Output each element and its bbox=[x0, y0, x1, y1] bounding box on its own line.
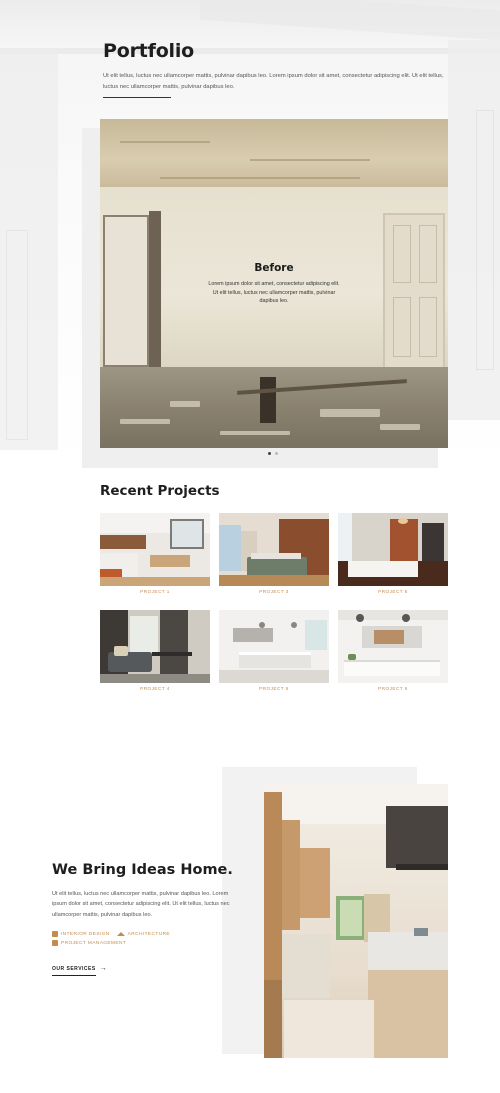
project-card[interactable]: PROJECT 6 bbox=[338, 610, 448, 691]
our-services-label: OUR SERVICES bbox=[52, 965, 96, 972]
tag-architecture[interactable]: ARCHITECTURE bbox=[116, 932, 170, 937]
kitchen-image bbox=[264, 784, 448, 1058]
portfolio-intro-text: Ut elit tellus, luctus nec ullamcorper m… bbox=[103, 73, 444, 90]
project-thumbnail[interactable] bbox=[219, 610, 329, 683]
project-card[interactable]: PROJECT 3 bbox=[219, 513, 329, 594]
project-caption[interactable]: PROJECT 4 bbox=[100, 686, 210, 691]
project-thumbnail[interactable] bbox=[338, 610, 448, 683]
project-thumbnail[interactable] bbox=[100, 513, 210, 586]
project-card[interactable]: PROJECT 4 bbox=[100, 610, 210, 691]
services-title: We Bring Ideas Home. bbox=[52, 862, 233, 878]
project-caption[interactable]: PROJECT 6 bbox=[338, 686, 448, 691]
project-card[interactable]: PROJECT 1 bbox=[100, 513, 210, 594]
document-icon bbox=[52, 940, 58, 946]
project-caption[interactable]: PROJECT 3 bbox=[219, 589, 329, 594]
project-caption[interactable]: PROJECT 1 bbox=[100, 589, 210, 594]
slide-heading: Before bbox=[254, 262, 294, 274]
home-icon bbox=[116, 932, 125, 936]
services-link-underline bbox=[52, 975, 96, 976]
pencil-square-icon bbox=[52, 931, 58, 937]
services-text: Ut elit tellus, luctus nec ullamcorper m… bbox=[52, 891, 230, 918]
tag-interior-design[interactable]: INTERIOR DESIGN bbox=[52, 931, 110, 937]
service-tags: INTERIOR DESIGN ARCHITECTURE PROJECT MAN… bbox=[52, 931, 232, 949]
project-thumbnail[interactable] bbox=[100, 610, 210, 683]
tag-project-management[interactable]: PROJECT MANAGEMENT bbox=[52, 940, 126, 946]
project-thumbnail[interactable] bbox=[219, 513, 329, 586]
project-caption[interactable]: PROJECT 5 bbox=[219, 686, 329, 691]
our-services-link[interactable]: OUR SERVICES → bbox=[52, 965, 107, 972]
page-title: Portfolio bbox=[103, 40, 195, 62]
arrow-right-icon: → bbox=[99, 965, 108, 972]
project-thumbnail[interactable] bbox=[338, 513, 448, 586]
slider-dot-2[interactable] bbox=[275, 452, 278, 455]
project-card[interactable]: PROJECT 5 bbox=[219, 610, 329, 691]
project-caption[interactable]: PROJECT 5 bbox=[338, 589, 448, 594]
project-card[interactable]: PROJECT 5 bbox=[338, 513, 448, 594]
slide-text: Lorem ipsum dolor sit amet, consectetur … bbox=[208, 281, 340, 304]
recent-projects-title: Recent Projects bbox=[100, 483, 220, 499]
slider-pagination bbox=[268, 452, 278, 455]
slider-dot-1[interactable] bbox=[268, 452, 271, 455]
title-underline bbox=[103, 97, 171, 98]
